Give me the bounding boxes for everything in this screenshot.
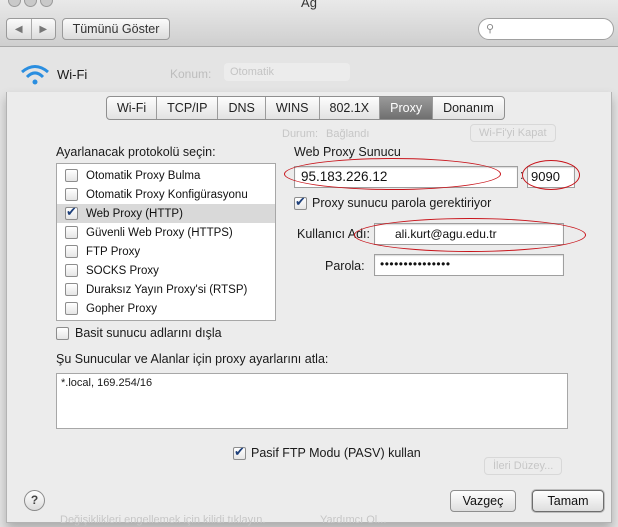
passive-ftp-checkbox[interactable] xyxy=(233,444,246,460)
ok-button[interactable]: Tamam xyxy=(532,490,604,512)
ghost-wifi-off-button: Wi-Fi'yi Kapat xyxy=(470,124,556,142)
bypass-textarea[interactable]: *.local, 169.254/16 xyxy=(56,373,568,429)
protocol-checkbox[interactable] xyxy=(65,283,78,296)
help-button[interactable]: ? xyxy=(24,490,45,511)
protocol-item-rtsp[interactable]: Duraksız Yayın Proxy'si (RTSP) xyxy=(57,280,275,299)
protocol-item-web-http[interactable]: Web Proxy (HTTP) xyxy=(57,204,275,223)
tab-proxy[interactable]: Proxy xyxy=(380,97,434,119)
protocol-heading: Ayarlanacak protokolü seçin: xyxy=(56,145,216,159)
title-bar: Ağ ◀ ▶ Tümünü Göster ⚲ xyxy=(0,0,618,47)
search-field[interactable]: ⚲ xyxy=(478,18,614,40)
tab-tcpip[interactable]: TCP/IP xyxy=(157,97,219,119)
protocol-label: Otomatik Proxy Konfigürasyonu xyxy=(86,188,248,201)
tab-wifi[interactable]: Wi-Fi xyxy=(107,97,158,119)
ghost-status-value: Bağlandı xyxy=(326,128,370,140)
exclude-simple-row[interactable]: Basit sunucu adlarını dışla xyxy=(56,326,222,340)
tab-8021x[interactable]: 802.1X xyxy=(320,97,381,119)
tab-hardware[interactable]: Donanım xyxy=(433,97,504,119)
nav-back-forward[interactable]: ◀ ▶ xyxy=(6,18,56,40)
protocol-checkbox[interactable] xyxy=(65,245,78,258)
protocol-label: SOCKS Proxy xyxy=(86,264,159,277)
protocol-checkbox[interactable] xyxy=(65,264,78,277)
search-icon: ⚲ xyxy=(486,23,495,35)
protocol-checkbox[interactable] xyxy=(65,169,78,182)
forward-arrow-icon[interactable]: ▶ xyxy=(30,19,56,39)
protocol-item-socks[interactable]: SOCKS Proxy xyxy=(57,261,275,280)
location-select[interactable]: Otomatik xyxy=(224,63,350,81)
wifi-icon xyxy=(21,65,49,85)
bypass-value: *.local, 169.254/16 xyxy=(61,377,153,389)
proxy-server-heading: Web Proxy Sunucu xyxy=(294,145,401,159)
protocol-item-secure-https[interactable]: Güvenli Web Proxy (HTTPS) xyxy=(57,223,275,242)
passive-ftp-row[interactable]: Pasif FTP Modu (PASV) kullan xyxy=(233,444,421,460)
annotation-oval-username xyxy=(354,218,586,252)
ghost-footer-text: Değişiklikleri engellemek için kilidi tı… xyxy=(60,514,266,526)
cancel-button[interactable]: Vazgeç xyxy=(450,490,516,512)
protocol-item-auto-discovery[interactable]: Otomatik Proxy Bulma xyxy=(57,166,275,185)
password-field[interactable]: ••••••••••••••• xyxy=(374,254,564,276)
tab-dns[interactable]: DNS xyxy=(218,97,266,119)
protocol-item-auto-config[interactable]: Otomatik Proxy Konfigürasyonu xyxy=(57,185,275,204)
requires-password-row[interactable]: Proxy sunucu parola gerektiriyor xyxy=(294,194,492,210)
passive-ftp-label: Pasif FTP Modu (PASV) kullan xyxy=(251,446,421,460)
protocol-label: Güvenli Web Proxy (HTTPS) xyxy=(86,226,233,239)
annotation-oval-host xyxy=(284,158,501,190)
bypass-heading: Şu Sunucular ve Alanlar için proxy ayarl… xyxy=(56,352,329,366)
protocol-label: Otomatik Proxy Bulma xyxy=(86,169,201,182)
protocol-item-gopher[interactable]: Gopher Proxy xyxy=(57,299,275,318)
password-label: Parola: xyxy=(325,259,365,273)
protocol-item-ftp[interactable]: FTP Proxy xyxy=(57,242,275,261)
protocol-label: Duraksız Yayın Proxy'si (RTSP) xyxy=(86,283,248,296)
protocol-label: FTP Proxy xyxy=(86,245,141,258)
protocol-checkbox[interactable] xyxy=(65,302,78,315)
ghost-footer-button: Yardımcı Ol... xyxy=(320,514,387,526)
requires-password-label: Proxy sunucu parola gerektiriyor xyxy=(312,196,492,210)
protocol-checkbox[interactable] xyxy=(65,204,78,220)
protocol-checkbox[interactable] xyxy=(65,188,78,201)
annotation-oval-port xyxy=(522,160,580,190)
window-title: Ağ xyxy=(301,0,317,10)
back-arrow-icon[interactable]: ◀ xyxy=(7,19,31,39)
service-name: Wi-Fi xyxy=(57,67,88,82)
protocol-checkbox[interactable] xyxy=(65,226,78,239)
requires-password-checkbox[interactable] xyxy=(294,194,307,210)
protocol-list: Otomatik Proxy Bulma Otomatik Proxy Konf… xyxy=(56,163,276,321)
exclude-simple-checkbox[interactable] xyxy=(56,326,69,340)
tab-bar: Wi-Fi TCP/IP DNS WINS 802.1X Proxy Donan… xyxy=(106,96,505,120)
location-label: Konum: xyxy=(170,67,212,81)
protocol-label: Web Proxy (HTTP) xyxy=(86,207,183,220)
protocol-label: Gopher Proxy xyxy=(86,302,157,315)
show-all-button[interactable]: Tümünü Göster xyxy=(62,18,170,40)
ghost-status-label: Durum: xyxy=(282,128,319,140)
ghost-advanced-button: İleri Düzey... xyxy=(484,457,563,475)
tab-wins[interactable]: WINS xyxy=(266,97,320,119)
password-value: ••••••••••••••• xyxy=(380,257,451,271)
exclude-simple-label: Basit sunucu adlarını dışla xyxy=(75,326,222,340)
